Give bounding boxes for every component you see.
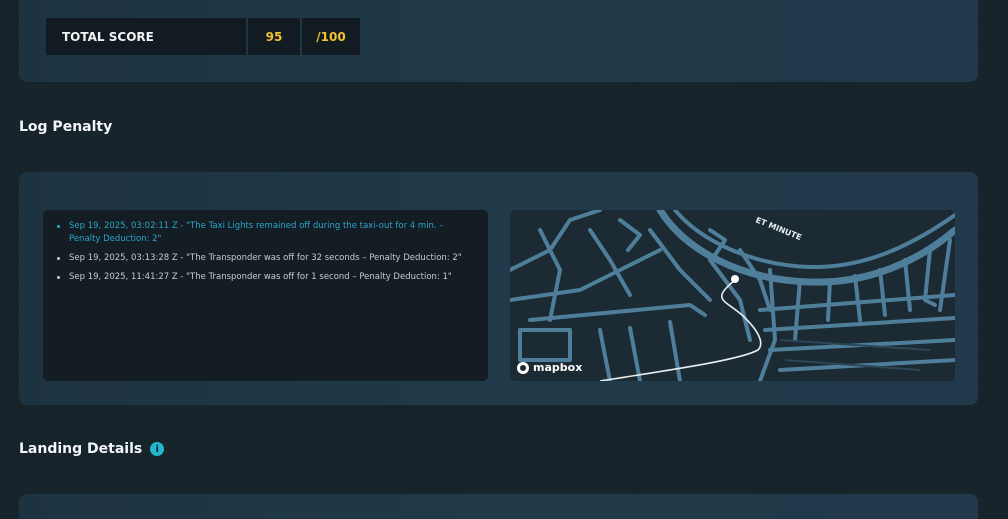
map-street-label: ET MINUTE [754,216,803,243]
mapbox-text: mapbox [533,361,583,374]
log-penalty-panel: Sep 19, 2025, 03:02:11 Z - "The Taxi Lig… [19,172,978,405]
info-icon[interactable]: i [150,442,165,456]
penalty-log-item[interactable]: Sep 19, 2025, 03:02:11 Z - "The Taxi Lig… [57,220,474,246]
mapbox-logo-icon [517,361,529,374]
log-penalty-title: Log Penalty [19,119,112,135]
total-score-value: 95 [248,18,300,55]
landing-details-title: Landing Details i [19,441,165,457]
landing-details-title-text: Landing Details [19,441,143,457]
total-score-label: TOTAL SCORE [46,18,246,55]
mapbox-attribution[interactable]: mapbox [517,361,582,374]
map-roads: ET MINUTE [510,210,955,381]
penalty-map[interactable]: ET MINUTE mapbox [510,210,955,381]
penalty-log-item[interactable]: Sep 19, 2025, 03:13:28 Z - "The Transpon… [57,252,474,265]
score-panel: TOTAL SCORE 95 /100 [19,0,978,82]
landing-details-panel [19,494,978,519]
penalty-log-list: Sep 19, 2025, 03:02:11 Z - "The Taxi Lig… [43,210,488,381]
log-penalty-title-text: Log Penalty [19,119,113,135]
aircraft-position-marker [731,275,739,283]
total-score-max: /100 [302,18,360,55]
total-score-table: TOTAL SCORE 95 /100 [46,18,360,55]
penalty-log-item[interactable]: Sep 19, 2025, 11:41:27 Z - "The Transpon… [57,271,474,284]
